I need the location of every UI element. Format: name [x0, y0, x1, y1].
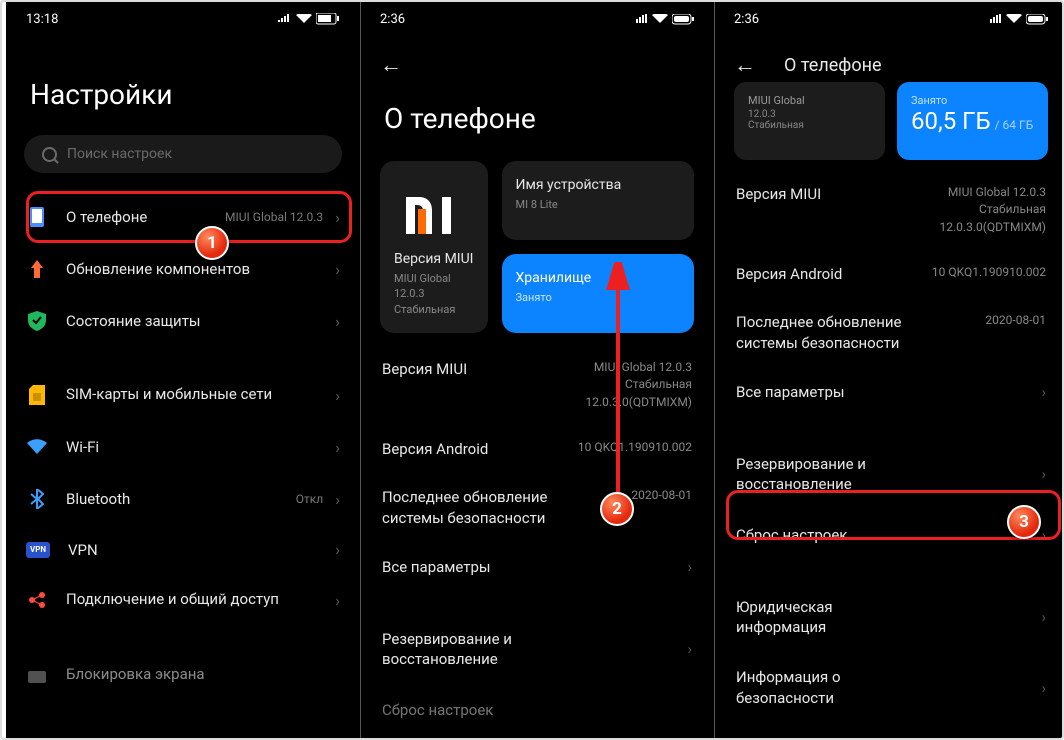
chevron-right-icon: ›: [335, 260, 340, 279]
info-android[interactable]: Версия Android 10 QKQ1.190910.002: [714, 250, 1064, 298]
status-time: 2:36: [380, 12, 405, 27]
chevron-right-icon: ›: [335, 438, 340, 457]
chevron-right-icon: ›: [335, 540, 340, 559]
vpn-icon: VPN: [26, 542, 50, 558]
row-component-update[interactable]: Обновление компонентов ›: [6, 243, 360, 295]
row-security-status[interactable]: Состояние защиты ›: [6, 295, 360, 347]
status-bar: 2:36: [714, 2, 1064, 36]
miui-logo-icon: [394, 179, 464, 249]
row-bluetooth[interactable]: Bluetooth Откл ›: [6, 473, 360, 525]
row-sim[interactable]: SIM-карты и мобильные сети ›: [6, 369, 360, 421]
wifi-icon: [26, 436, 48, 458]
page-title: Настройки: [6, 36, 360, 129]
update-icon: [26, 258, 48, 280]
divider: [714, 2, 715, 740]
row-backup[interactable]: Резервирование и восстановление ›: [714, 439, 1064, 510]
phone-about-scrolled: 2:36 ← О телефоне MIUI Global 12.0.3 Ста…: [714, 2, 1064, 740]
row-legal[interactable]: Юридическая информация ›: [714, 582, 1064, 653]
chevron-right-icon: ›: [1041, 526, 1046, 544]
card-device-name[interactable]: Имя устройства MI 8 Lite: [502, 161, 695, 240]
chevron-right-icon: ›: [335, 312, 340, 331]
battery-icon: [672, 14, 694, 25]
row-about-phone[interactable]: О телефоне MIUI Global 12.0.3 ›: [6, 191, 360, 243]
divider: [360, 2, 361, 740]
status-icons: [636, 14, 694, 25]
info-miui[interactable]: Версия MIUI MIUI Global 12.0.3 Стабильна…: [714, 170, 1064, 250]
header-title: О телефоне: [784, 55, 882, 76]
chevron-right-icon: ›: [335, 208, 340, 227]
search-input[interactable]: Поиск настроек: [24, 135, 342, 173]
step-badge-3: 3: [1007, 505, 1041, 539]
step-badge-2: 2: [600, 492, 634, 526]
row-lockscreen[interactable]: Блокировка экрана: [6, 648, 360, 700]
back-button[interactable]: ←: [380, 52, 402, 78]
chevron-right-icon: ›: [1041, 465, 1046, 483]
chevron-right-icon: ›: [335, 386, 340, 405]
status-time: 2:36: [734, 12, 759, 27]
row-reset[interactable]: Сброс настроек: [360, 685, 714, 735]
info-security-update[interactable]: Последнее обновление системы безопасност…: [714, 298, 1064, 367]
lock-icon: [26, 663, 48, 685]
wifi-icon: [652, 14, 668, 24]
wifi-icon: [1006, 14, 1022, 24]
share-icon: [26, 589, 48, 611]
info-miui[interactable]: Версия MIUI MIUI Global 12.0.3 Стабильна…: [360, 345, 714, 425]
row-connection[interactable]: Подключение и общий доступ ›: [6, 574, 360, 626]
info-security-update[interactable]: Последнее обновление системы безопасност…: [360, 473, 714, 542]
card-miui-mini[interactable]: MIUI Global 12.0.3 Стабильная: [734, 82, 885, 160]
info-all-params[interactable]: Все параметры ›: [714, 367, 1064, 417]
row-safety-info[interactable]: Информация о безопасности ›: [714, 652, 1064, 723]
status-icons: [990, 14, 1048, 25]
phone-settings: 13:18 Настройки Поиск настроек О телефон…: [6, 2, 360, 740]
row-certification[interactable]: Сертификация ›: [714, 723, 1064, 740]
card-storage[interactable]: Хранилище Занято: [502, 254, 695, 333]
status-icons: [278, 13, 340, 25]
battery-icon: [316, 13, 340, 25]
row-backup[interactable]: Резервирование и восстановление ›: [360, 614, 714, 685]
signal-icon: [990, 14, 1002, 24]
sim-icon: [26, 384, 48, 406]
info-all-params[interactable]: Все параметры ›: [360, 542, 714, 592]
row-wifi[interactable]: Wi-Fi ›: [6, 421, 360, 473]
card-miui-version[interactable]: Версия MIUI MIUI Global 12.0.3 Стабильна…: [380, 161, 488, 333]
chevron-right-icon: ›: [687, 640, 692, 658]
info-android[interactable]: Версия Android 10 QKQ1.190910.002: [360, 425, 714, 473]
back-button[interactable]: ←: [734, 52, 756, 78]
status-bar: 2:36: [360, 2, 714, 36]
search-icon: [42, 147, 57, 162]
status-bar: 13:18: [6, 2, 360, 36]
about-icon: [26, 206, 48, 228]
status-time: 13:18: [26, 12, 58, 27]
wifi-icon: [296, 14, 312, 24]
search-placeholder: Поиск настроек: [67, 146, 172, 162]
step-badge-1: 1: [195, 226, 229, 260]
signal-icon: [278, 14, 292, 24]
chevron-right-icon: ›: [335, 490, 340, 509]
signal-icon: [636, 14, 648, 24]
chevron-right-icon: ›: [1041, 383, 1046, 401]
shield-icon: [26, 310, 48, 332]
battery-icon: [1026, 14, 1048, 25]
chevron-right-icon: ›: [335, 591, 340, 610]
chevron-right-icon: ›: [1041, 679, 1046, 697]
card-storage-mini[interactable]: Занято 60,5 ГБ/ 64 ГБ: [897, 82, 1048, 160]
page-title: О телефоне: [360, 82, 714, 149]
phone-about: 2:36 ← О телефоне Версия MIUI MIUI Globa…: [360, 2, 714, 740]
bluetooth-icon: [26, 488, 48, 510]
chevron-right-icon: ›: [1041, 608, 1046, 626]
chevron-right-icon: ›: [687, 558, 692, 576]
row-vpn[interactable]: VPN VPN ›: [6, 525, 360, 574]
